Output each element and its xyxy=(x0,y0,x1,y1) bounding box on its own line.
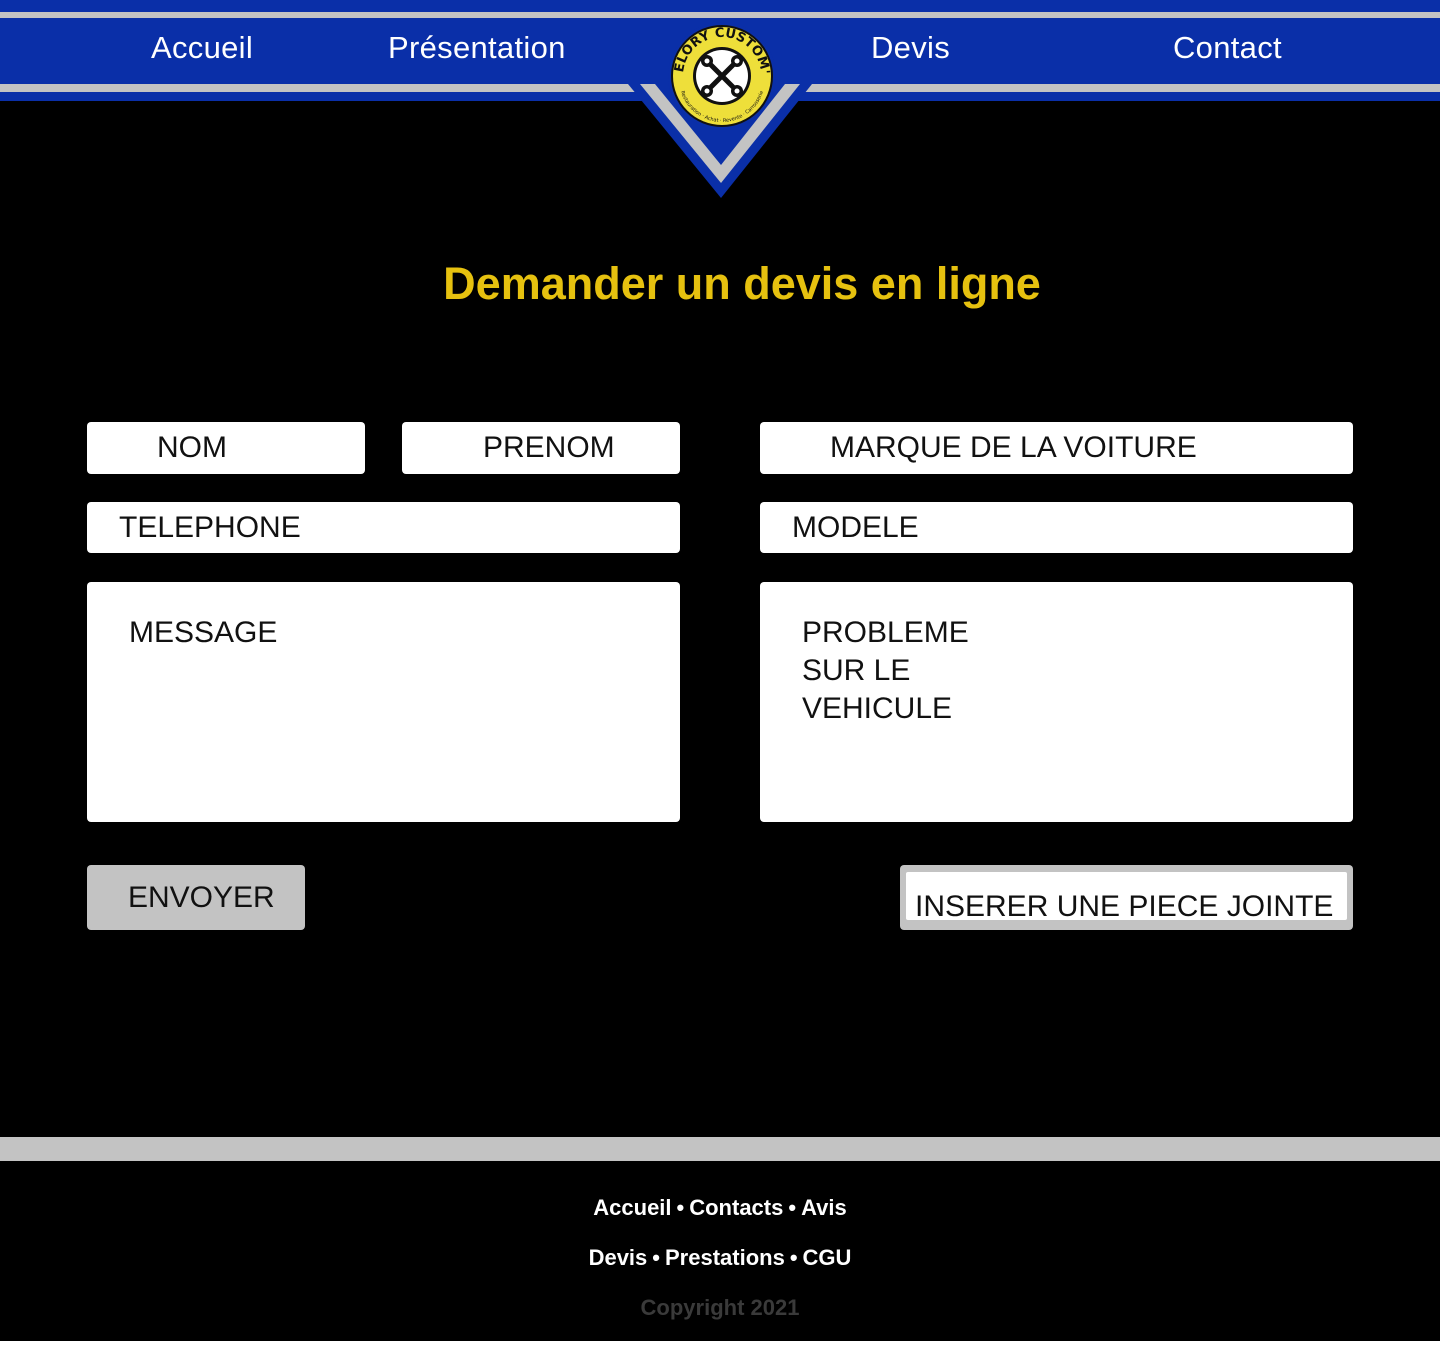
footer-separator: • xyxy=(676,1195,685,1220)
attach-file-label: INSERER UNE PIECE JOINTE xyxy=(915,890,1334,923)
nom-placeholder: NOM xyxy=(157,431,227,464)
modele-field[interactable]: MODELE xyxy=(760,502,1353,553)
probleme-placeholder-line: SUR LE xyxy=(802,654,911,687)
footer-links-row1: Accueil • Contacts • Avis xyxy=(0,1195,1440,1221)
telephone-field[interactable]: TELEPHONE xyxy=(87,502,680,553)
nom-field[interactable]: NOM xyxy=(87,422,365,474)
footer-separator: • xyxy=(789,1245,798,1270)
copyright-text: Copyright 2021 xyxy=(640,1295,800,1320)
footer-link-prestations[interactable]: Prestations xyxy=(665,1245,785,1270)
marque-field[interactable]: MARQUE DE LA VOITURE xyxy=(760,422,1353,474)
prenom-field[interactable]: PRENOM xyxy=(402,422,680,474)
page-bottom-edge xyxy=(0,1341,1440,1348)
message-placeholder: MESSAGE xyxy=(129,616,278,649)
page-title: Demander un devis en ligne xyxy=(443,258,1041,309)
footer-separator: • xyxy=(652,1245,660,1270)
attach-file-inner: INSERER UNE PIECE JOINTE xyxy=(906,872,1347,923)
probleme-placeholder-line: PROBLEME xyxy=(802,616,969,649)
nav-devis[interactable]: Devis xyxy=(871,30,950,66)
footer-link-contacts[interactable]: Contacts xyxy=(689,1195,783,1220)
telephone-placeholder: TELEPHONE xyxy=(119,511,301,544)
footer-link-avis[interactable]: Avis xyxy=(801,1195,847,1220)
attach-file-button[interactable]: INSERER UNE PIECE JOINTE xyxy=(900,865,1353,930)
modele-placeholder: MODELE xyxy=(792,511,919,544)
message-textarea[interactable]: MESSAGE xyxy=(87,582,680,822)
probleme-placeholder-line: VEHICULE xyxy=(802,692,953,725)
nav-presentation[interactable]: Présentation xyxy=(388,30,566,66)
probleme-textarea[interactable]: PROBLEME SUR LE VEHICULE xyxy=(760,582,1353,822)
footer-link-accueil[interactable]: Accueil xyxy=(593,1195,671,1220)
site-header: Accueil Présentation Devis Contact DELOR… xyxy=(0,0,1440,210)
footer-link-cgu[interactable]: CGU xyxy=(803,1245,852,1270)
send-button[interactable]: ENVOYER xyxy=(87,865,305,930)
nav-accueil[interactable]: Accueil xyxy=(151,30,253,66)
footer-links-row2: Devis • Prestations • CGU xyxy=(0,1245,1440,1271)
marque-placeholder: MARQUE DE LA VOITURE xyxy=(830,431,1197,464)
nav-contact[interactable]: Contact xyxy=(1173,30,1282,66)
footer-divider xyxy=(0,1137,1440,1161)
site-logo[interactable]: DELORY CUSTOM'S Restauration · Achat · R… xyxy=(667,21,777,131)
footer-separator: • xyxy=(788,1195,797,1220)
prenom-placeholder: PRENOM xyxy=(483,431,615,464)
footer-link-devis[interactable]: Devis xyxy=(589,1245,648,1270)
